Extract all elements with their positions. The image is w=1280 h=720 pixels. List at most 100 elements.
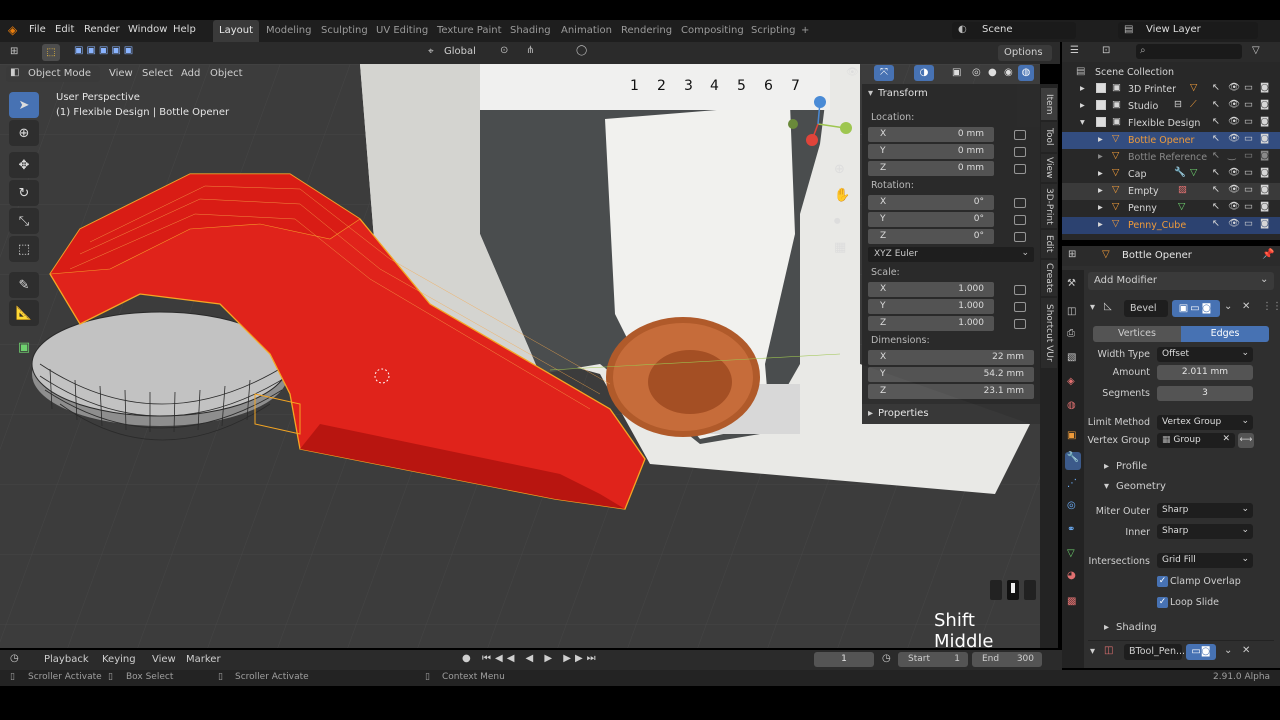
monitor-icon[interactable]: ▭ [1244, 167, 1253, 178]
visibility-icon[interactable]: 👁 [846, 67, 859, 78]
eye-icon[interactable]: 👁 [1228, 201, 1240, 212]
add-workspace-button[interactable]: + [795, 20, 815, 42]
timeline-editor-icon[interactable]: ◷ [10, 653, 19, 664]
tab-rendering[interactable]: Rendering [615, 20, 678, 42]
end-frame-field[interactable]: End 300 [972, 652, 1042, 667]
chevron-down-icon[interactable]: ⌄ [1224, 301, 1232, 312]
select-arrow-icon[interactable]: ↖ [1212, 184, 1220, 195]
expand-arrow-icon[interactable]: ▸ [1098, 168, 1103, 179]
select-arrow-icon[interactable]: ↖ [1212, 201, 1220, 212]
filter-icon[interactable]: ▽ [1252, 45, 1260, 56]
editor-type-icon[interactable]: ⊞ [10, 46, 18, 57]
vertices-option[interactable]: Vertices [1093, 326, 1181, 342]
tab-modeling[interactable]: Modeling [260, 20, 318, 42]
eye-icon[interactable]: 👁 [1228, 184, 1240, 195]
menu-render[interactable]: Render [84, 24, 120, 35]
width-type-dropdown[interactable]: Offset ⌄ [1157, 347, 1253, 362]
camera-render-icon[interactable]: ◙ [1260, 133, 1269, 144]
close-icon[interactable]: ✕ [1242, 301, 1250, 312]
texture-tab-icon[interactable]: ▩ [1067, 596, 1076, 607]
select-mode-icons[interactable]: ▣▣▣▣▣ [74, 45, 136, 56]
tab-sculpting[interactable]: Sculpting [315, 20, 374, 42]
tab-shortcut-vur[interactable]: Shortcut VUr [1041, 298, 1057, 368]
proportional-edit-icon[interactable]: ◯ [576, 45, 587, 56]
view-layer-tab-icon[interactable]: ▧ [1067, 352, 1076, 363]
modifier-name-field[interactable]: Bevel [1124, 300, 1168, 317]
outliner-row[interactable]: ▸ ▣ Studio ⊟ ⟋ ↖ 👁 ▭ ◙ [1062, 98, 1280, 115]
measure-tool[interactable]: 📐 [9, 300, 39, 326]
select-arrow-icon[interactable]: ↖ [1212, 218, 1220, 229]
timeline-view-menu[interactable]: View [152, 654, 176, 665]
expand-arrow-icon[interactable]: ▸ [1098, 202, 1103, 213]
pivot-icon[interactable]: ⊙ [500, 45, 508, 56]
tab-layout[interactable]: Layout [213, 20, 259, 42]
limit-method-dropdown[interactable]: Vertex Group ⌄ [1157, 415, 1253, 430]
tab-edit[interactable]: Edit [1041, 230, 1057, 258]
expand-arrow-icon[interactable]: ▸ [1104, 622, 1109, 633]
location-z-field[interactable]: Z0 mm [868, 161, 994, 176]
orientation-dropdown[interactable]: Global [444, 46, 476, 57]
monitor-icon[interactable]: ▭ [1244, 218, 1253, 229]
material-tab-icon[interactable]: ◕ [1067, 570, 1076, 581]
camera-icon[interactable]: ⏺ [834, 214, 841, 229]
lock-icon[interactable] [1014, 319, 1026, 329]
drag-handle-icon[interactable]: ⋮⋮ [1262, 301, 1280, 312]
eye-icon[interactable]: 👁 [1228, 133, 1240, 144]
modifier-display-toggles[interactable]: ▭◙ [1186, 644, 1216, 660]
render-tab-icon[interactable]: ◫ [1067, 306, 1076, 317]
camera-render-icon[interactable]: ◙ [1260, 82, 1269, 93]
eye-closed-icon[interactable]: ‿ [1228, 150, 1236, 161]
rotate-tool[interactable]: ↻ [9, 180, 39, 206]
lock-icon[interactable] [1014, 130, 1026, 140]
dimension-y-field[interactable]: Y 54.2 mm [868, 367, 1034, 382]
object-tab-icon[interactable]: ▣ [1067, 430, 1076, 441]
lock-icon[interactable] [1014, 147, 1026, 157]
timeline-keying-menu[interactable]: Keying [102, 654, 136, 665]
tab-item[interactable]: Item [1041, 88, 1057, 120]
camera-render-icon[interactable]: ◙ [1260, 218, 1269, 229]
select-box-tool[interactable]: ➤ [9, 92, 39, 118]
properties-subpanel[interactable]: ▸ Properties [862, 404, 1040, 424]
lock-icon[interactable] [1014, 164, 1026, 174]
particles-tab-icon[interactable]: ⋰ [1067, 478, 1077, 489]
tab-compositing[interactable]: Compositing [675, 20, 750, 42]
monitor-icon[interactable]: ▭ [1244, 150, 1253, 161]
tab-uv-editing[interactable]: UV Editing [370, 20, 434, 42]
scale-y-field[interactable]: Y 1.000 [868, 299, 994, 314]
options-button[interactable]: Options [998, 45, 1052, 61]
camera-render-icon[interactable]: ◙ [1260, 201, 1269, 212]
current-frame-field[interactable]: 1 [814, 652, 874, 667]
scale-tool[interactable]: ⤡ [9, 208, 39, 234]
tab-create[interactable]: Create [1041, 260, 1057, 296]
add-cube-tool[interactable]: ▣ [9, 334, 39, 360]
timeline-marker-menu[interactable]: Marker [186, 654, 221, 665]
view-layer-selector[interactable]: ▤ View Layer [1118, 22, 1258, 39]
world-tab-icon[interactable]: ◍ [1067, 400, 1076, 411]
collapse-arrow-icon[interactable]: ▾ [1090, 646, 1095, 657]
cursor-tool[interactable]: ⊕ [9, 120, 39, 146]
tab-shading[interactable]: Shading [504, 20, 557, 42]
eye-icon[interactable]: 👁 [1228, 82, 1240, 93]
camera-render-icon[interactable]: ◙ [1260, 116, 1269, 127]
outliner-row[interactable]: ▸ ▽ Cap 🔧 ▽ ↖ 👁 ▭ ◙ [1062, 166, 1280, 183]
monitor-icon[interactable]: ▭ [1244, 184, 1253, 195]
properties-type-icon[interactable]: ⊞ [1068, 249, 1076, 260]
lock-icon[interactable] [1014, 232, 1026, 242]
select-arrow-icon[interactable]: ↖ [1212, 167, 1220, 178]
menu-object[interactable]: Object [210, 68, 243, 79]
edges-option[interactable]: Edges [1181, 326, 1269, 342]
camera-render-icon[interactable]: ◙ [1260, 167, 1269, 178]
lock-icon[interactable] [1014, 198, 1026, 208]
expand-arrow-icon[interactable]: ▸ [1098, 151, 1103, 162]
select-arrow-icon[interactable]: ↖ [1212, 133, 1220, 144]
outliner-row[interactable]: ▸ ▣ 3D Printer ▽ ↖ 👁 ▭ ◙ [1062, 81, 1280, 98]
add-modifier-dropdown[interactable]: Add Modifier ⌄ [1088, 272, 1274, 290]
wireframe-shading-icon[interactable]: ◎ [972, 67, 981, 78]
expand-arrow-icon[interactable]: ▸ [1098, 134, 1103, 145]
scene-tab-icon[interactable]: ◈ [1067, 376, 1075, 387]
close-icon[interactable]: ✕ [1242, 645, 1250, 656]
expand-arrow-icon[interactable]: ▸ [1080, 100, 1085, 111]
playback-controls[interactable]: ⏮◀◀ ◀ ▶ ▶▶⏭ [482, 653, 600, 664]
vertex-group-field[interactable]: ▦ Group ✕ [1157, 433, 1235, 448]
tab-scripting[interactable]: Scripting [745, 20, 801, 42]
